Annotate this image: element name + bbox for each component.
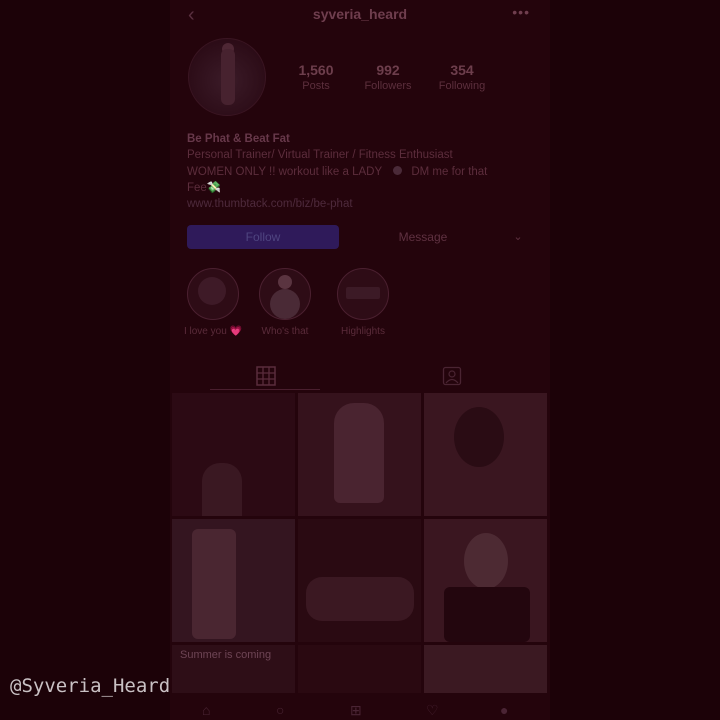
posts-count: 1,560 <box>298 62 334 78</box>
bio-line-2: WOMEN ONLY !! workout like a LADY DM me … <box>187 164 532 180</box>
heart-icon[interactable]: ♡ <box>426 702 439 719</box>
post-7-caption: Summer is coming <box>180 649 272 661</box>
following-label: Following <box>438 80 486 92</box>
home-icon[interactable]: ⌂ <box>202 702 210 718</box>
post-6-figure <box>464 533 508 589</box>
highlight-1-label: I love you 💗 <box>183 326 243 337</box>
bio-name: Be Phat & Beat Fat <box>187 133 290 145</box>
post-3-figure <box>454 407 504 467</box>
suggested-chevron-icon[interactable]: ⌄ <box>506 225 530 249</box>
emoji-icon <box>393 165 403 175</box>
grid-post-1[interactable] <box>172 393 295 516</box>
highlight-2-thumb <box>259 268 311 320</box>
add-post-icon[interactable]: ⊞ <box>350 702 362 719</box>
more-options-icon[interactable]: ••• <box>512 4 530 20</box>
bio-line-2b: DM me for that <box>411 165 488 178</box>
highlight-3-label: Highlights <box>341 326 385 337</box>
grid-post-4[interactable] <box>172 519 295 642</box>
bio-line-1: Personal Trainer/ Virtual Trainer / Fitn… <box>187 149 453 162</box>
grid-post-6[interactable] <box>424 519 547 642</box>
highlight-1[interactable]: I love you 💗 <box>178 268 248 337</box>
bio-link[interactable]: www.thumbtack.com/biz/be-phat <box>187 196 532 212</box>
post-4-figure <box>192 529 236 639</box>
stat-followers[interactable]: 992 Followers <box>348 62 428 92</box>
post-2-figure <box>334 403 384 503</box>
posts-label: Posts <box>302 80 330 92</box>
posts-grid: Summer is coming <box>172 393 548 693</box>
tab-grid[interactable] <box>170 362 360 390</box>
following-count: 354 <box>450 62 474 78</box>
grid-post-9[interactable] <box>424 645 547 693</box>
followers-count: 992 <box>376 62 400 78</box>
highlight-3-thumb <box>337 268 389 320</box>
tab-tagged[interactable] <box>360 362 550 390</box>
profile-username: syveria_heard <box>312 6 408 22</box>
grid-post-3[interactable] <box>424 393 547 516</box>
tagged-icon <box>442 366 462 386</box>
profile-bio: Be Phat & Beat Fat Personal Trainer/ Vir… <box>187 131 532 212</box>
bottom-nav: ⌂ ○ ⊞ ♡ ● <box>170 700 550 720</box>
highlight-2-label: Who's that <box>261 326 309 337</box>
profile-tabs <box>170 358 550 390</box>
bio-line-3: Fee💸 <box>187 181 222 194</box>
grid-post-8[interactable] <box>298 645 421 693</box>
highlight-3[interactable]: Highlights <box>328 268 398 337</box>
active-tab-indicator <box>210 389 320 390</box>
profile-screen: ‹ syveria_heard ••• 1,560 Posts 992 Foll… <box>170 0 550 720</box>
highlight-1-thumb <box>187 268 239 320</box>
grid-icon <box>256 366 276 386</box>
highlight-2[interactable]: Who's that <box>250 268 320 337</box>
watermark: @Syveria_Heard <box>10 675 171 697</box>
grid-post-5[interactable] <box>298 519 421 642</box>
stat-posts[interactable]: 1,560 Posts <box>276 62 356 92</box>
post-1-figure <box>202 463 242 516</box>
bio-line-2a: WOMEN ONLY !! workout like a LADY <box>187 165 382 178</box>
followers-label: Followers <box>364 80 412 92</box>
stat-following[interactable]: 354 Following <box>422 62 502 92</box>
avatar-figure <box>221 49 235 105</box>
grid-post-7[interactable]: Summer is coming <box>172 645 295 693</box>
follow-button[interactable]: Follow <box>187 225 339 249</box>
top-bar: ‹ syveria_heard ••• <box>170 0 550 30</box>
post-5-figure <box>306 577 414 621</box>
avatar[interactable] <box>188 38 266 116</box>
search-icon[interactable]: ○ <box>276 702 284 718</box>
grid-post-2[interactable] <box>298 393 421 516</box>
post-6-suit <box>444 587 530 642</box>
profile-icon[interactable]: ● <box>500 702 508 718</box>
message-button[interactable]: Message <box>348 225 498 249</box>
